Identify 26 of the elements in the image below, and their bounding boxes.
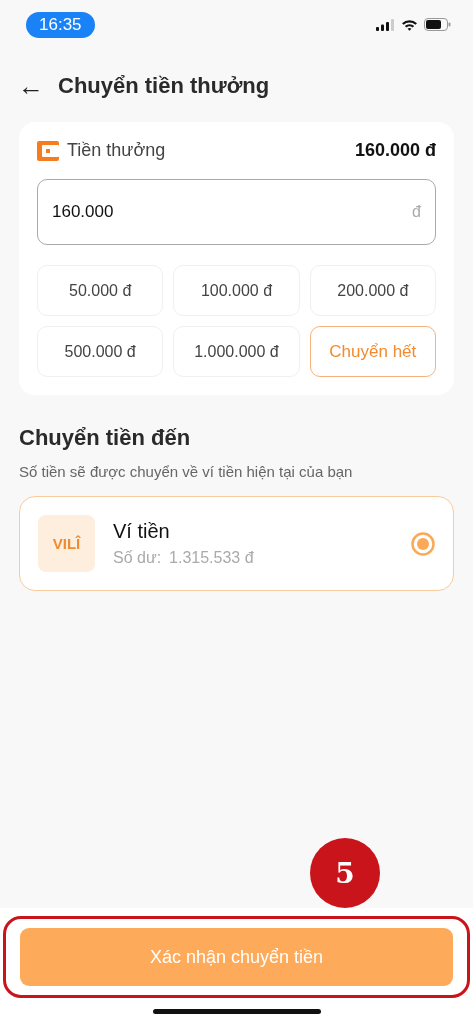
wallet-balance: 1.315.533 đ <box>169 549 254 567</box>
amount-field[interactable]: 160.000 đ <box>37 179 436 245</box>
amount-button[interactable]: 50.000 đ <box>37 265 164 316</box>
amount-value: 160.000 <box>52 202 115 222</box>
step-badge: 5 <box>310 838 380 908</box>
signal-icon <box>376 18 395 31</box>
currency-unit: đ <box>412 203 421 221</box>
section-subtitle: Số tiền sẽ được chuyển về ví tiền hiện tại của bạn <box>19 463 354 480</box>
wallet-icon <box>37 140 59 161</box>
battery-icon <box>424 18 451 31</box>
amount-button[interactable]: 100.000 đ <box>173 265 300 316</box>
status-time: 16:35 <box>26 11 95 38</box>
back-button[interactable]: ← <box>18 73 44 99</box>
wifi-icon <box>401 18 418 31</box>
bonus-balance: 160.000 đ <box>354 140 436 161</box>
amount-button[interactable]: 1.000.000 đ <box>173 326 300 377</box>
section-title: Chuyển tiền đến <box>19 425 192 451</box>
balance-label: Số dư: <box>113 549 162 567</box>
amount-button[interactable]: 500.000 đ <box>37 326 164 377</box>
wallet-name: Ví tiền <box>113 520 171 543</box>
radio-button[interactable] <box>411 531 435 556</box>
page-title: Chuyển tiền thưởng <box>58 73 270 99</box>
wallet-logo: VILÎ <box>38 515 95 572</box>
amount-button[interactable]: 200.000 đ <box>309 265 436 316</box>
wallet-option[interactable]: VILÎ Ví tiền Số dư: 1.315.533 đ <box>19 496 454 591</box>
bonus-label: Tiền thưởng <box>67 140 167 161</box>
